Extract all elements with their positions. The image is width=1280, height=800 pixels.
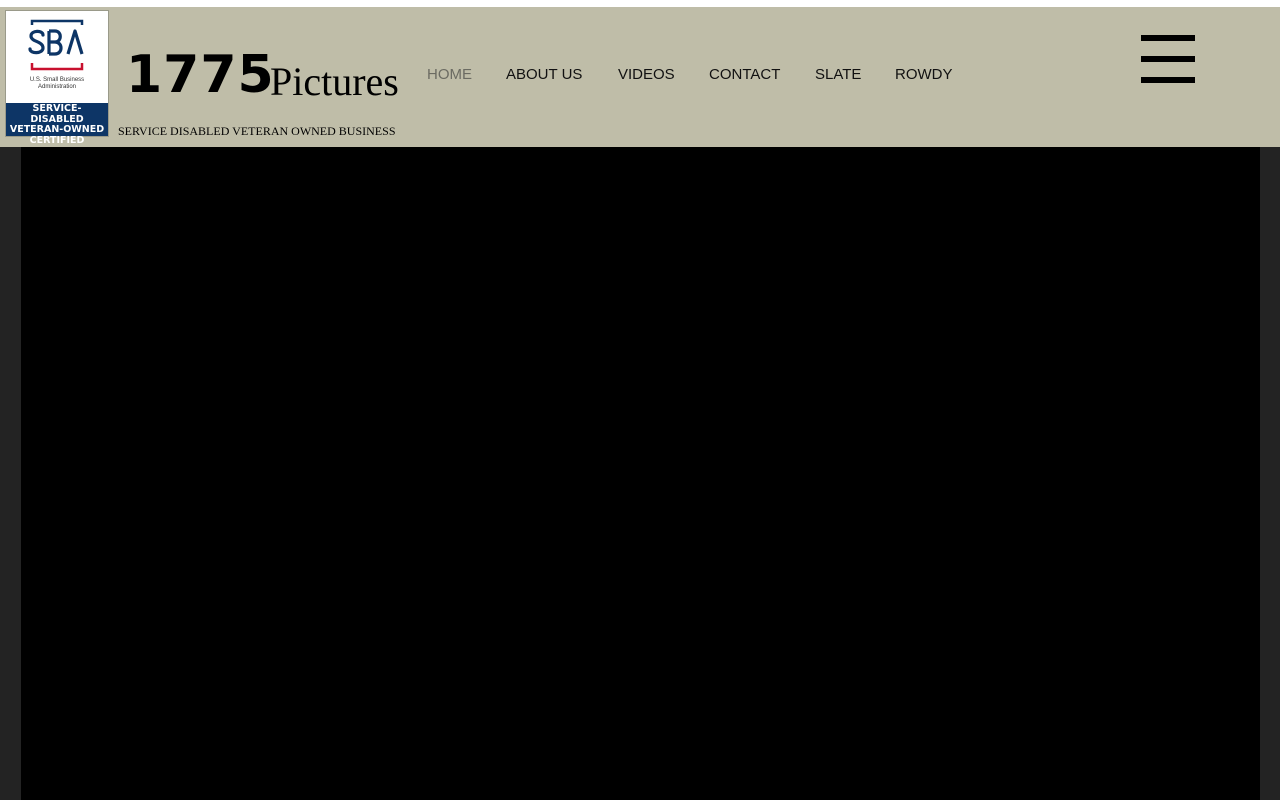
top-strip [0, 0, 1280, 7]
nav-videos[interactable]: VIDEOS [618, 66, 675, 83]
site-header: U.S. Small Business Administration SERVI… [0, 7, 1280, 147]
sba-logo-icon [28, 19, 84, 71]
nav-about-us[interactable]: ABOUT US [506, 66, 582, 83]
nav-contact[interactable]: CONTACT [709, 66, 780, 83]
nav-rowdy[interactable]: ROWDY [895, 66, 953, 83]
main-content [0, 147, 1280, 800]
hamburger-bar [1141, 77, 1195, 83]
nav-home[interactable]: HOME [427, 66, 472, 83]
sba-subtitle: U.S. Small Business Administration [29, 77, 85, 90]
hamburger-bar [1141, 35, 1195, 41]
brand-word[interactable]: Pictures [270, 59, 399, 105]
certification-label: SERVICE-DISABLED VETERAN-OWNED CERTIFIED [6, 103, 108, 145]
nav-slate[interactable]: SLATE [815, 66, 861, 83]
sba-certification-badge[interactable]: U.S. Small Business Administration SERVI… [5, 10, 109, 145]
hamburger-menu-icon[interactable] [1141, 35, 1195, 83]
video-player[interactable] [21, 147, 1260, 800]
brand-tagline: SERVICE DISABLED VETERAN OWNED BUSINESS [118, 124, 396, 138]
hamburger-bar [1141, 56, 1195, 62]
brand-number[interactable]: 1775 [126, 45, 275, 105]
